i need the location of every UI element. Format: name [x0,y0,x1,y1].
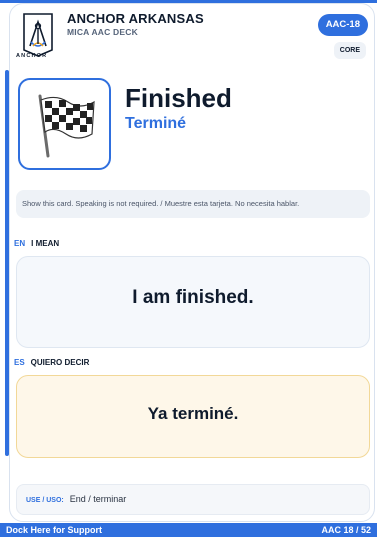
usage-row: USE / USO: End / terminar [16,484,370,515]
brand-title: ANCHOR ARKANSAS [67,11,204,26]
category-badge: CORE [333,42,366,59]
logo-wordmark: ANCHOR [16,53,48,59]
instruction-banner: Show this card. Speaking is not required… [16,190,370,218]
spanish-lang-code: ES [14,358,25,367]
english-phrase: I am finished. [132,287,254,308]
footer-page-counter: AAC 18 / 52 [321,525,371,535]
symbol-word-english: Finished [125,83,232,113]
footer-support-link[interactable]: Dock Here for Support [6,523,102,537]
checkered-flag-icon [38,94,95,158]
english-lang-code: EN [14,239,26,248]
brand-subtitle: MICA AAC DECK [67,27,138,37]
english-label: I MEAN [31,239,60,248]
usage-label: USE / USO: [26,497,64,504]
spanish-phrase: Ya terminé. [147,404,239,423]
spanish-section-label: ES QUIERO DECIR [14,358,89,367]
anchor-logo-icon [23,13,53,57]
english-section-label: EN I MEAN [14,239,59,248]
aac-card: ANCHOR ANCHOR ARKANSAS MICA AAC DECK AAC… [9,3,375,522]
symbol-frame [18,78,111,170]
card-code-badge: AAC-18 [317,14,368,36]
symbol-word-translation: Terminé [125,115,187,132]
spanish-phrase-box: Ya terminé. [16,375,370,458]
usage-value: End / terminar [69,494,127,504]
english-phrase-box: I am finished. [16,256,370,348]
spanish-label: QUIERO DECIR [30,358,90,367]
footer-bar: Dock Here for Support AAC 18 / 52 [0,523,377,537]
